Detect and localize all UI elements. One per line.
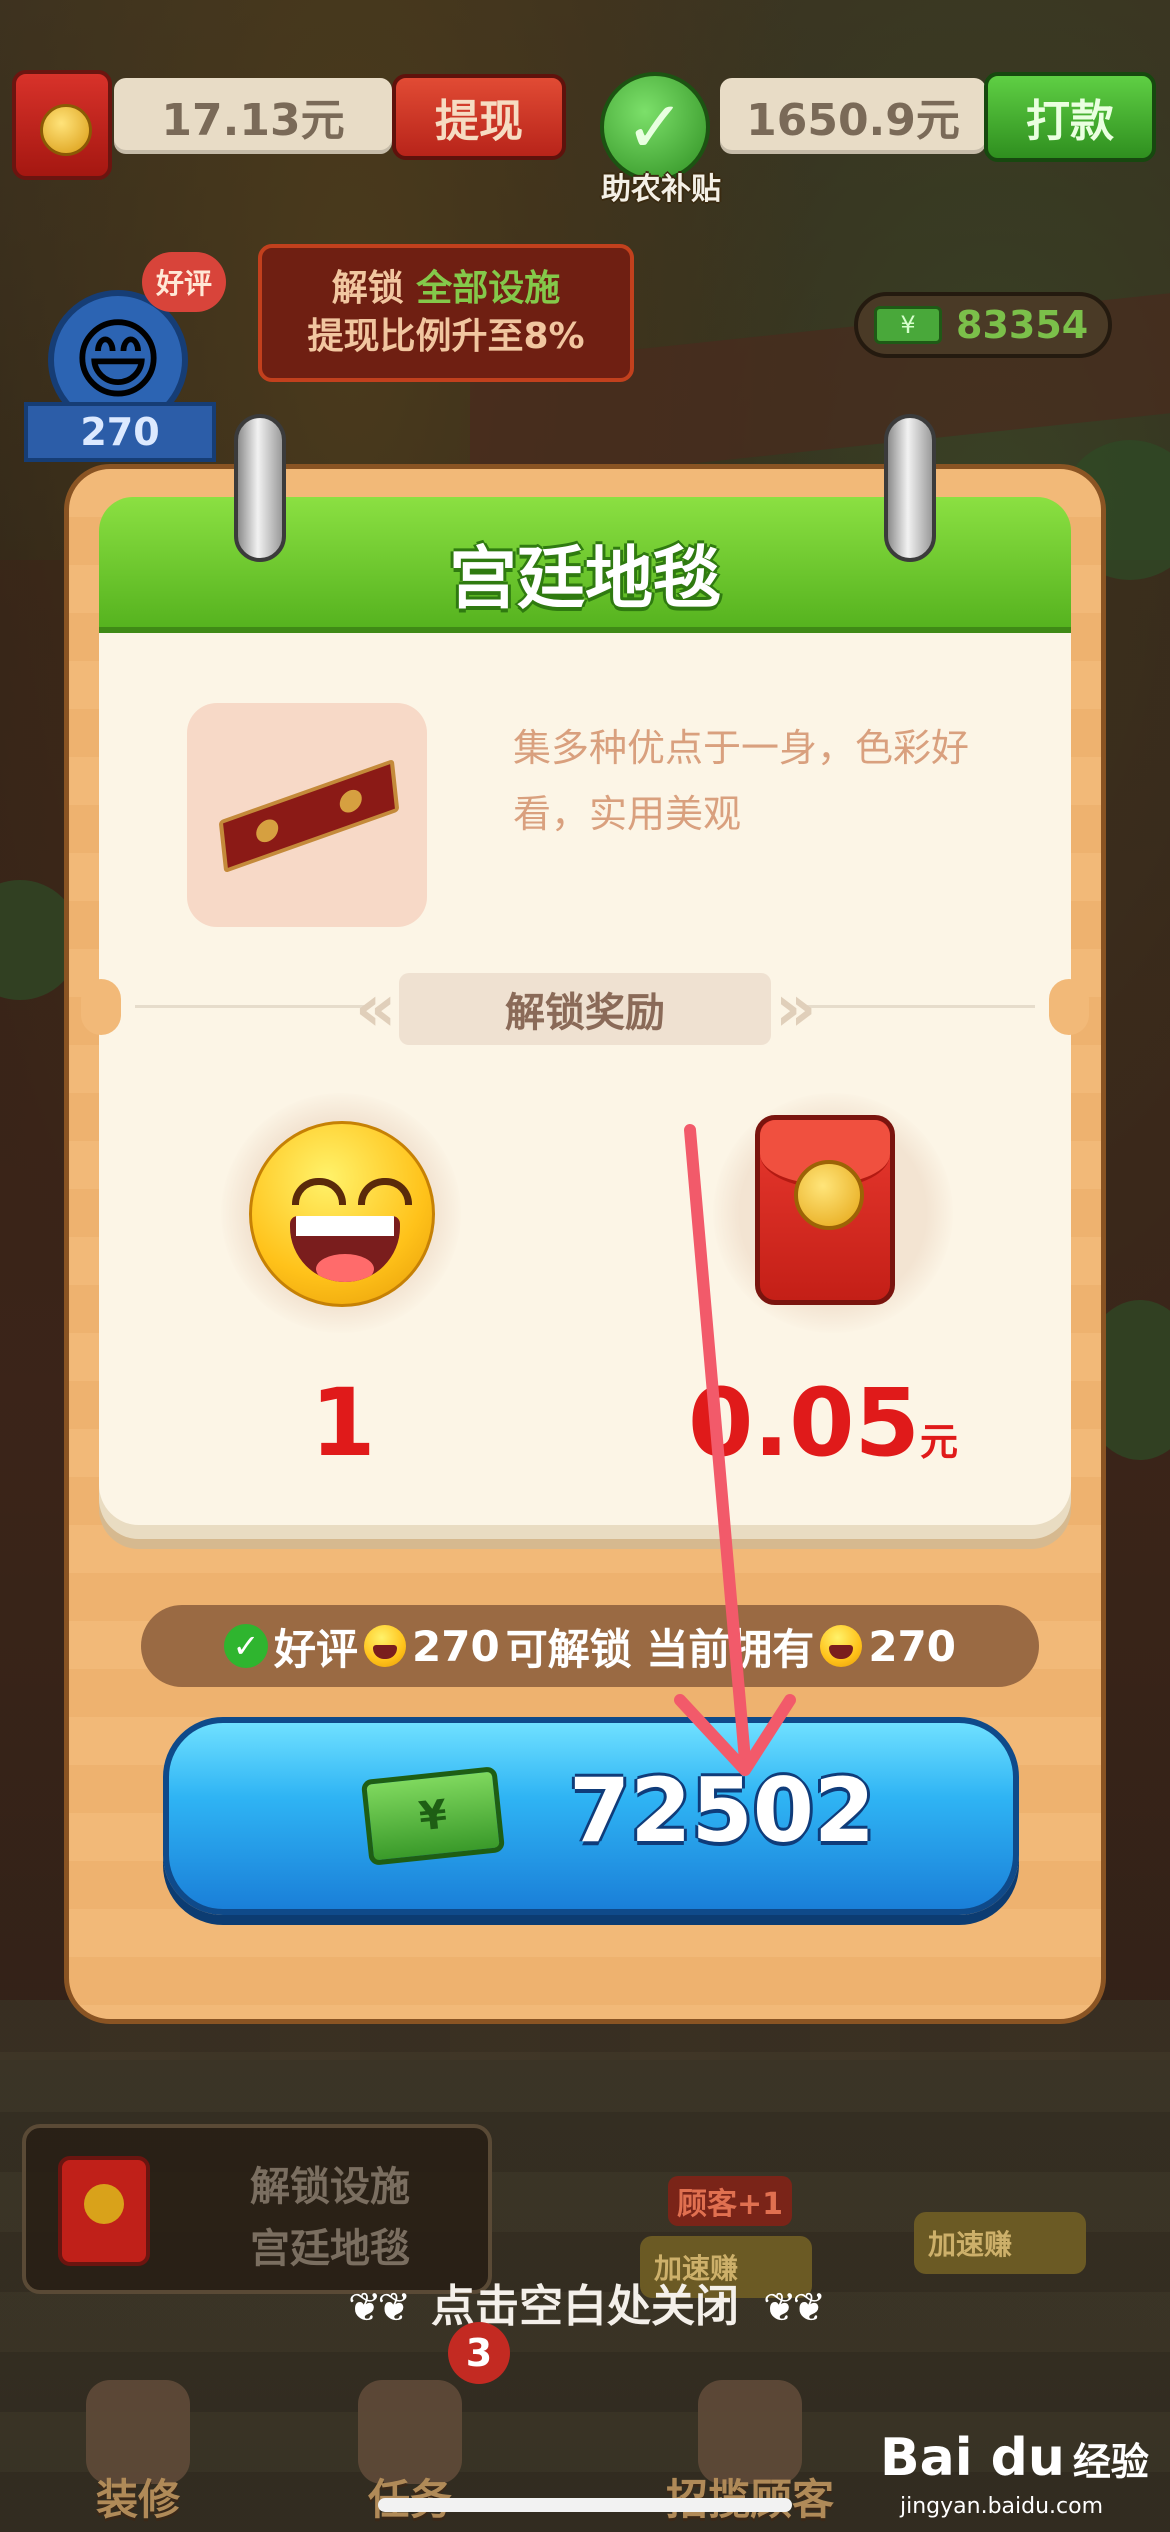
good-review-badge: 好评 — [142, 252, 226, 312]
promo-prefix: 解锁 — [331, 268, 404, 309]
unlock-buy-button[interactable]: ¥ 72502 — [163, 1717, 1019, 1915]
reward-unit: 元 — [919, 1420, 958, 1464]
subsidy-widget[interactable]: ✓ 助农补贴 — [594, 72, 722, 207]
cash-counter[interactable]: ¥ 83354 — [854, 292, 1112, 358]
smiley-face-icon — [364, 1625, 407, 1667]
requirement-need: 270 — [412, 1621, 500, 1671]
binder-ring-right — [884, 414, 936, 562]
watermark-url: jingyan.baidu.com — [900, 2494, 1104, 2519]
nav-label: 任务 — [330, 2466, 490, 2527]
task-card[interactable]: 解锁设施 宫廷地毯 — [22, 2124, 492, 2294]
wing-right-icon: ❦❦ — [763, 2285, 826, 2331]
chevron-left-icon: « — [355, 972, 397, 1046]
red-packet-icon[interactable] — [12, 70, 112, 180]
check-icon: ✓ — [224, 1624, 268, 1668]
subsidy-label: 助农补贴 — [601, 172, 721, 207]
red-envelope-icon — [58, 2156, 150, 2266]
level-badge: 270 — [24, 402, 216, 462]
reward-smiley: 1 — [193, 1093, 493, 1478]
red-envelope-icon — [755, 1115, 895, 1305]
requirement-text: 可解锁 当前拥有 — [505, 1624, 815, 1674]
nav-label: 装修 — [95, 2475, 180, 2524]
close-hint[interactable]: ❦❦ 点击空白处关闭 ❦❦ — [0, 2270, 1170, 2334]
reward-header: 解锁奖励 — [399, 973, 771, 1045]
requirement-have: 270 — [868, 1621, 956, 1671]
speed-earn-button[interactable]: 加速赚 — [914, 2212, 1086, 2274]
divider-line — [135, 1005, 365, 1008]
chevron-right-icon: » — [775, 972, 817, 1046]
cash-bill-icon: ¥ — [874, 306, 942, 344]
unlock-requirement: ✓ 好评 270 可解锁 当前拥有 270 — [141, 1605, 1039, 1687]
task-line1: 解锁设施 — [250, 2164, 410, 2210]
promo-banner[interactable]: 解锁 全部设施 提现比例升至8% — [258, 244, 634, 382]
baidu-watermark: Bai du 经验 — [880, 2428, 1149, 2488]
binder-ring-left — [234, 414, 286, 562]
home-indicator[interactable] — [378, 2498, 792, 2512]
unlock-dialog: 宫廷地毯 集多种优点于一身，色彩好看，实用美观 « » 解锁奖励 1 0.05元… — [64, 464, 1106, 2024]
divider-line — [805, 1005, 1035, 1008]
pay-button[interactable]: 打款 — [984, 72, 1156, 162]
subsidy-amount: 1650.9元 — [720, 78, 986, 154]
watermark-brand-cn: 经验 — [1072, 2440, 1149, 2484]
requirement-label: 好评 — [274, 1624, 359, 1674]
promo-highlight: 全部设施 — [416, 268, 561, 309]
buy-price: 72502 — [569, 1759, 876, 1862]
nav-label: 招揽顾客 — [650, 2466, 850, 2527]
cash-amount: 83354 — [956, 303, 1089, 347]
smiley-face-icon — [820, 1625, 863, 1667]
tasks-count-badge: 3 — [448, 2322, 510, 2384]
smiley-face-icon: 😄 — [72, 308, 164, 411]
balance-display: 17.13元 — [114, 78, 392, 154]
customer-tag: 顾客+1 — [668, 2176, 792, 2226]
dialog-card: 集多种优点于一身，色彩好看，实用美观 « » 解锁奖励 1 0.05元 — [81, 633, 1089, 1525]
reward-value: 0.05 — [688, 1369, 920, 1478]
promo-line2: 提现比例升至8% — [307, 316, 585, 357]
carpet-icon — [218, 758, 400, 874]
task-line2: 宫廷地毯 — [250, 2226, 410, 2272]
watermark-brand: Bai du — [880, 2428, 1065, 2488]
item-thumbnail — [187, 703, 427, 927]
reward-value: 1 — [310, 1369, 376, 1478]
item-description: 集多种优点于一身，色彩好看，实用美观 — [513, 726, 970, 836]
reward-red-envelope: 0.05元 — [673, 1093, 973, 1478]
cash-bill-icon: ¥ — [360, 1766, 506, 1866]
withdraw-button[interactable]: 提现 — [392, 74, 566, 160]
nav-decorate[interactable]: 装修 — [58, 2380, 218, 2532]
wing-left-icon: ❦❦ — [347, 2285, 411, 2331]
divider-notch — [81, 979, 121, 1035]
smiley-face-icon — [249, 1121, 435, 1307]
divider-notch — [1049, 979, 1089, 1035]
